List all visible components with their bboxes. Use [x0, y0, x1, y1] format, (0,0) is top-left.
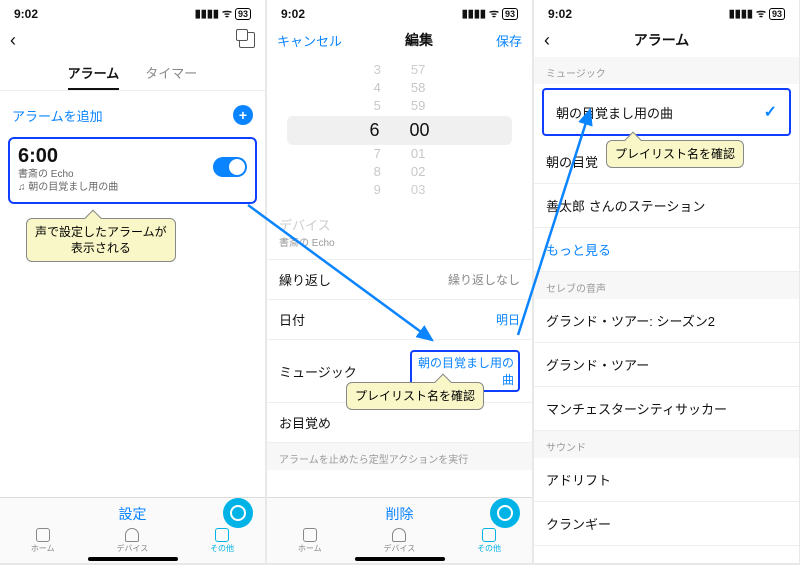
tab-timer[interactable]: タイマー — [145, 63, 197, 90]
status-time: 9:02 — [548, 7, 572, 21]
device-row: デバイス 書斎の Echo — [267, 205, 532, 260]
celeb-item[interactable]: グランド・ツアー: シーズン2 — [534, 299, 799, 343]
alarm-toggle[interactable] — [213, 157, 247, 177]
settings-button[interactable]: 設定 — [119, 504, 147, 524]
nav-title: アラーム — [634, 30, 690, 50]
alexa-fab[interactable] — [490, 498, 520, 528]
alarm-music: ♫ 朝の目覚まし用の曲 — [18, 181, 247, 194]
status-time: 9:02 — [281, 7, 305, 21]
date-row[interactable]: 日付 明日 — [267, 300, 532, 340]
nav-bar: ‹ — [0, 23, 265, 57]
status-icons: ▮▮▮▮ ᯤ 93 — [195, 6, 251, 21]
status-bar: 9:02 ▮▮▮▮ ᯤ 93 — [267, 0, 532, 23]
tab-alarm[interactable]: アラーム — [68, 63, 120, 90]
tabbar-more[interactable]: その他 — [210, 528, 234, 554]
alarm-card[interactable]: 6:00 書斎の Echo ♫ 朝の目覚まし用の曲 — [8, 137, 257, 204]
nav-title: 編集 — [405, 30, 433, 50]
sound-item[interactable]: アドリフト — [534, 458, 799, 502]
screen-edit-alarm: 9:02 ▮▮▮▮ ᯤ 93 キャンセル 編集 保存 357 458 559 6… — [267, 0, 532, 563]
alexa-fab[interactable] — [223, 498, 253, 528]
tab-bar: アラーム タイマー — [0, 57, 265, 90]
callout-3: プレイリスト名を確認 — [606, 140, 744, 168]
back-icon[interactable]: ‹ — [544, 30, 550, 51]
callout-2: プレイリスト名を確認 — [346, 382, 484, 410]
tabbar-home[interactable]: ホーム — [31, 528, 55, 554]
add-alarm-row[interactable]: アラームを追加 + — [0, 97, 265, 133]
status-time: 9:02 — [14, 7, 38, 21]
nav-bar: キャンセル 編集 保存 — [267, 23, 532, 57]
selected-music-highlight: 朝の目覚まし用の曲 ✓ — [542, 88, 791, 136]
music-item[interactable]: 善太郎 さんのステーション — [534, 184, 799, 228]
sound-item[interactable]: クランギー — [534, 502, 799, 546]
cancel-button[interactable]: キャンセル — [277, 31, 342, 50]
status-bar: 9:02 ▮▮▮▮ ᯤ 93 — [0, 0, 265, 23]
home-indicator — [355, 557, 445, 561]
plus-icon[interactable]: + — [233, 105, 253, 125]
section-music: ミュージック — [534, 57, 799, 84]
delete-button[interactable]: 削除 — [386, 504, 414, 524]
bottom-bar: 設定 ホーム デバイス その他 — [0, 497, 265, 563]
celeb-item[interactable]: グランド・ツアー — [534, 343, 799, 387]
add-alarm-label: アラームを追加 — [12, 106, 103, 125]
tab-bar-bottom: ホーム デバイス その他 — [0, 526, 265, 554]
copy-icon[interactable] — [239, 32, 255, 48]
callout-1: 声で設定したアラームが 表示される — [26, 218, 176, 262]
tabbar-home[interactable]: ホーム — [298, 528, 322, 554]
tabbar-device[interactable]: デバイス — [383, 528, 415, 554]
tabbar-device[interactable]: デバイス — [116, 528, 148, 554]
section-sound: サウンド — [534, 431, 799, 458]
check-icon: ✓ — [764, 102, 777, 122]
tabbar-more[interactable]: その他 — [477, 528, 501, 554]
more-link[interactable]: もっと見る — [534, 228, 799, 272]
time-picker[interactable]: 357 458 559 600 701 802 903 — [267, 57, 532, 205]
section-celeb: セレブの音声 — [534, 272, 799, 299]
status-bar: 9:02 ▮▮▮▮ ᯤ 93 — [534, 0, 799, 23]
bottom-bar: 削除 ホーム デバイス その他 — [267, 497, 532, 563]
repeat-row[interactable]: 繰り返し 繰り返しなし — [267, 260, 532, 300]
back-icon[interactable]: ‹ — [10, 30, 16, 51]
home-indicator — [88, 557, 178, 561]
save-button[interactable]: 保存 — [496, 31, 522, 50]
routine-label: アラームを止めたら定型アクションを実行 — [267, 443, 532, 470]
celeb-item[interactable]: マンチェスターシティサッカー — [534, 387, 799, 431]
nav-bar: ‹ アラーム — [534, 23, 799, 57]
screen-alarm-sound: 9:02 ▮▮▮▮ ᯤ 93 ‹ アラーム ミュージック 朝の目覚まし用の曲 ✓… — [534, 0, 799, 563]
music-item-selected[interactable]: 朝の目覚まし用の曲 ✓ — [544, 90, 789, 134]
screen-alarm-list: 9:02 ▮▮▮▮ ᯤ 93 ‹ アラーム タイマー アラームを追加 + 6:0… — [0, 0, 265, 563]
